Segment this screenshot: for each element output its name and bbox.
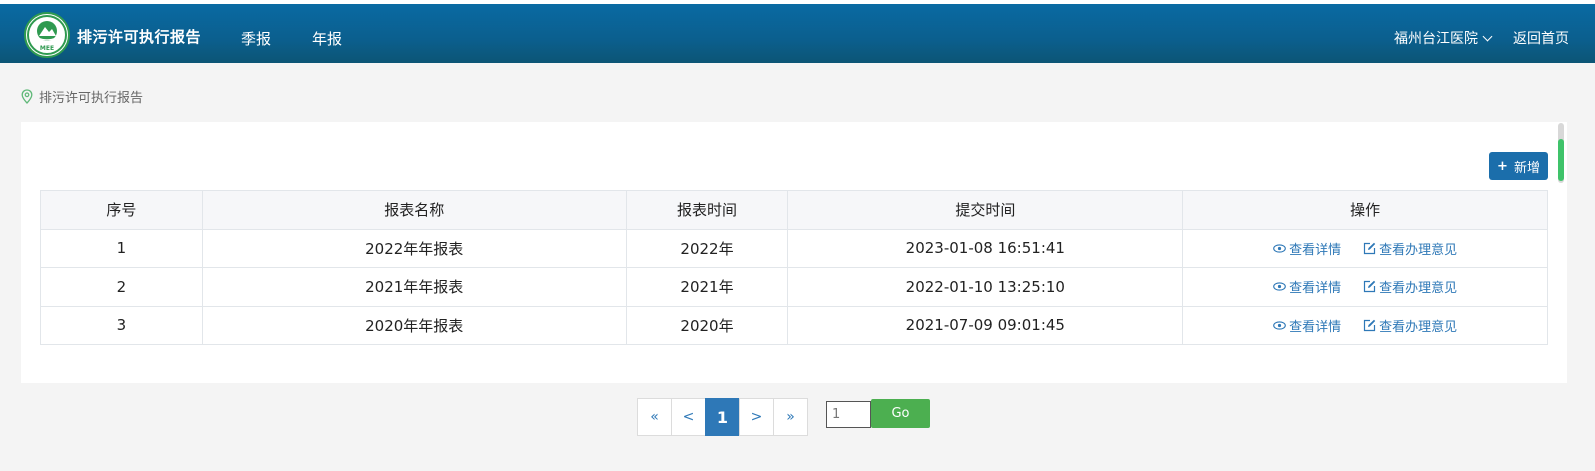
col-actions-header: 操作 — [1182, 190, 1548, 230]
breadcrumb-label: 排污许可执行报告 — [39, 91, 144, 106]
first-page-button[interactable]: « — [637, 398, 672, 436]
row-period: 2021年 — [625, 267, 789, 307]
view-details-link[interactable]: 查看详情 — [1273, 316, 1341, 335]
breadcrumb: 排污许可执行报告 — [21, 87, 143, 106]
row-index: 2 — [40, 267, 203, 307]
table-row: 3 2020年年报表 2020年 2021-07-09 09:01:45 查看详… — [40, 305, 1548, 345]
view-details-label: 查看详情 — [1289, 319, 1342, 335]
last-page-button[interactable]: » — [773, 398, 808, 436]
org-dropdown[interactable]: 福州台江医院 — [1394, 28, 1493, 48]
eye-icon — [1273, 321, 1286, 330]
org-name: 福州台江医院 — [1394, 31, 1478, 47]
view-details-link[interactable]: 查看详情 — [1273, 239, 1341, 258]
table-row: 2 2021年年报表 2021年 2022-01-10 13:25:10 查看详… — [40, 267, 1548, 307]
plus-icon: + — [1497, 158, 1508, 174]
view-opinion-label: 查看办理意见 — [1379, 242, 1458, 258]
row-report-name: 2022年年报表 — [201, 228, 627, 268]
col-name-header: 报表名称 — [201, 190, 627, 230]
view-opinion-link[interactable]: 查看办理意见 — [1363, 239, 1457, 258]
row-actions: 查看详情 查看办理意见 — [1182, 267, 1548, 307]
view-opinion-link[interactable]: 查看办理意见 — [1363, 277, 1457, 296]
next-page-button[interactable]: > — [739, 398, 774, 436]
add-button[interactable]: + 新增 — [1489, 152, 1548, 180]
row-report-name: 2020年年报表 — [201, 305, 627, 345]
row-index: 3 — [40, 305, 203, 345]
edit-icon — [1363, 242, 1376, 254]
nav-quarterly-report[interactable]: 季报 — [241, 28, 271, 49]
add-button-label: 新增 — [1513, 160, 1540, 176]
row-submitted-time: 2022-01-10 13:25:10 — [787, 267, 1184, 307]
row-report-name: 2021年年报表 — [201, 267, 627, 307]
svg-text:MEE: MEE — [40, 45, 54, 52]
view-details-label: 查看详情 — [1289, 281, 1342, 297]
row-period: 2020年 — [625, 305, 789, 345]
row-index: 1 — [40, 228, 203, 268]
location-pin-icon — [21, 89, 33, 104]
row-submitted-time: 2023-01-08 16:51:41 — [787, 228, 1184, 268]
go-button[interactable]: Go — [871, 399, 930, 428]
scrollbar-thumb[interactable] — [1558, 139, 1564, 181]
view-details-link[interactable]: 查看详情 — [1273, 277, 1341, 296]
col-submitted-header: 提交时间 — [787, 190, 1184, 230]
top-navigation-bar: MEE 排污许可执行报告 季报 年报 福州台江医院 返回首页 — [0, 0, 1595, 63]
pagination: « < 1 > » — [637, 398, 808, 436]
edit-icon — [1363, 281, 1376, 293]
eye-icon — [1273, 282, 1286, 291]
row-submitted-time: 2021-07-09 09:01:45 — [787, 305, 1184, 345]
table-header-row: 序号 报表名称 报表时间 提交时间 操作 — [40, 190, 1548, 230]
row-actions: 查看详情 查看办理意见 — [1182, 228, 1548, 268]
view-opinion-label: 查看办理意见 — [1379, 281, 1458, 297]
view-details-label: 查看详情 — [1289, 242, 1342, 258]
report-table: 序号 报表名称 报表时间 提交时间 操作 1 2022年年报表 2022年 20… — [40, 190, 1548, 345]
row-actions: 查看详情 查看办理意见 — [1182, 305, 1548, 345]
return-home-link[interactable]: 返回首页 — [1513, 28, 1569, 48]
mee-logo: MEE — [24, 12, 70, 58]
current-page-button[interactable]: 1 — [705, 398, 740, 436]
view-opinion-label: 查看办理意见 — [1379, 319, 1458, 335]
edit-icon — [1363, 319, 1376, 331]
prev-page-button[interactable]: < — [671, 398, 706, 436]
eye-icon — [1273, 244, 1286, 253]
col-period-header: 报表时间 — [625, 190, 789, 230]
col-index-header: 序号 — [40, 190, 203, 230]
chevron-down-icon — [1482, 31, 1493, 42]
row-period: 2022年 — [625, 228, 789, 268]
page-number-input[interactable] — [826, 401, 871, 428]
app-title: 排污许可执行报告 — [77, 28, 202, 46]
table-row: 1 2022年年报表 2022年 2023-01-08 16:51:41 查看详… — [40, 228, 1548, 268]
nav-annual-report[interactable]: 年报 — [312, 28, 342, 49]
view-opinion-link[interactable]: 查看办理意见 — [1363, 316, 1457, 335]
